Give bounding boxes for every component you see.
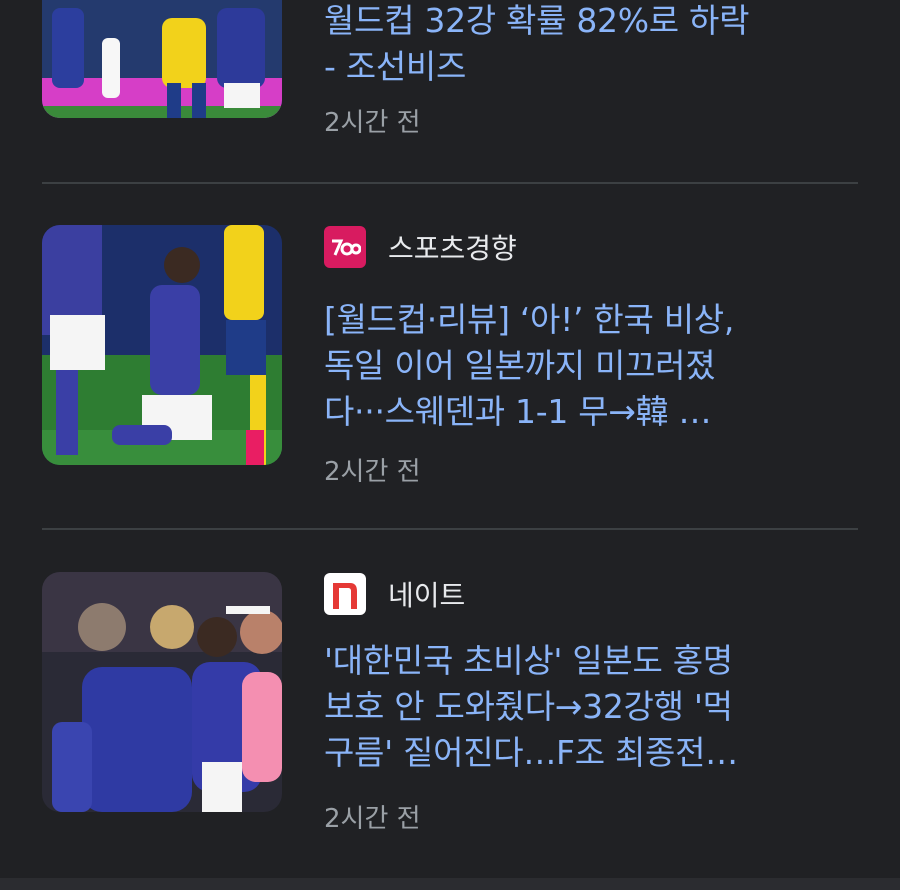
article-thumbnail[interactable] xyxy=(42,572,282,812)
headline-line: '대한민국 초비상' 일본도 홍명 xyxy=(324,641,733,680)
soccer-photo-image xyxy=(42,225,282,465)
article-headline[interactable]: '대한민국 초비상' 일본도 홍명 보호 안 도와줬다→32강행 '먹 구름' … xyxy=(324,638,856,776)
soccer-photo-image xyxy=(42,0,282,118)
headline-line: [월드컵·리뷰] ‘아!’ 한국 비상, xyxy=(324,300,735,339)
source-name: 네이트 xyxy=(388,579,466,612)
article-time: 2시간 전 xyxy=(324,108,421,138)
article-source: 스포츠경향 xyxy=(324,225,517,269)
news-feed: 월드컵 32강 확률 82%로 하락 - 조선비즈 2시간 전 스포츠경향 [월… xyxy=(0,0,900,878)
sports-kyunghyang-logo-icon xyxy=(324,226,366,268)
news-article[interactable]: 월드컵 32강 확률 82%로 하락 - 조선비즈 2시간 전 xyxy=(42,0,858,138)
headline-line: 다···스웨덴과 1-1 무→韓 … xyxy=(324,392,712,431)
news-article[interactable]: 네이트 '대한민국 초비상' 일본도 홍명 보호 안 도와줬다→32강행 '먹 … xyxy=(42,572,858,834)
bottom-bar xyxy=(0,878,900,890)
nate-logo-icon xyxy=(324,573,366,615)
article-time: 2시간 전 xyxy=(324,457,421,487)
article-source: 네이트 xyxy=(324,572,465,616)
headline-line: 보호 안 도와줬다→32강행 '먹 xyxy=(324,687,733,726)
headline-line: - 조선비즈 xyxy=(324,47,467,86)
divider xyxy=(42,182,858,184)
article-thumbnail[interactable] xyxy=(42,0,282,118)
divider xyxy=(42,528,858,530)
article-time: 2시간 전 xyxy=(324,804,421,834)
source-name: 스포츠경향 xyxy=(388,232,517,265)
article-headline[interactable]: [월드컵·리뷰] ‘아!’ 한국 비상, 독일 이어 일본까지 미끄러졌 다··… xyxy=(324,297,856,435)
soccer-photo-image xyxy=(42,572,282,812)
article-thumbnail[interactable] xyxy=(42,225,282,465)
headline-line: 구름' 짙어진다…F조 최종전… xyxy=(324,733,738,772)
headline-line: 독일 이어 일본까지 미끄러졌 xyxy=(324,346,716,385)
headline-line: 월드컵 32강 확률 82%로 하락 xyxy=(324,1,750,40)
article-headline[interactable]: 월드컵 32강 확률 82%로 하락 - 조선비즈 xyxy=(324,0,856,90)
news-article[interactable]: 스포츠경향 [월드컵·리뷰] ‘아!’ 한국 비상, 독일 이어 일본까지 미끄… xyxy=(42,225,858,487)
